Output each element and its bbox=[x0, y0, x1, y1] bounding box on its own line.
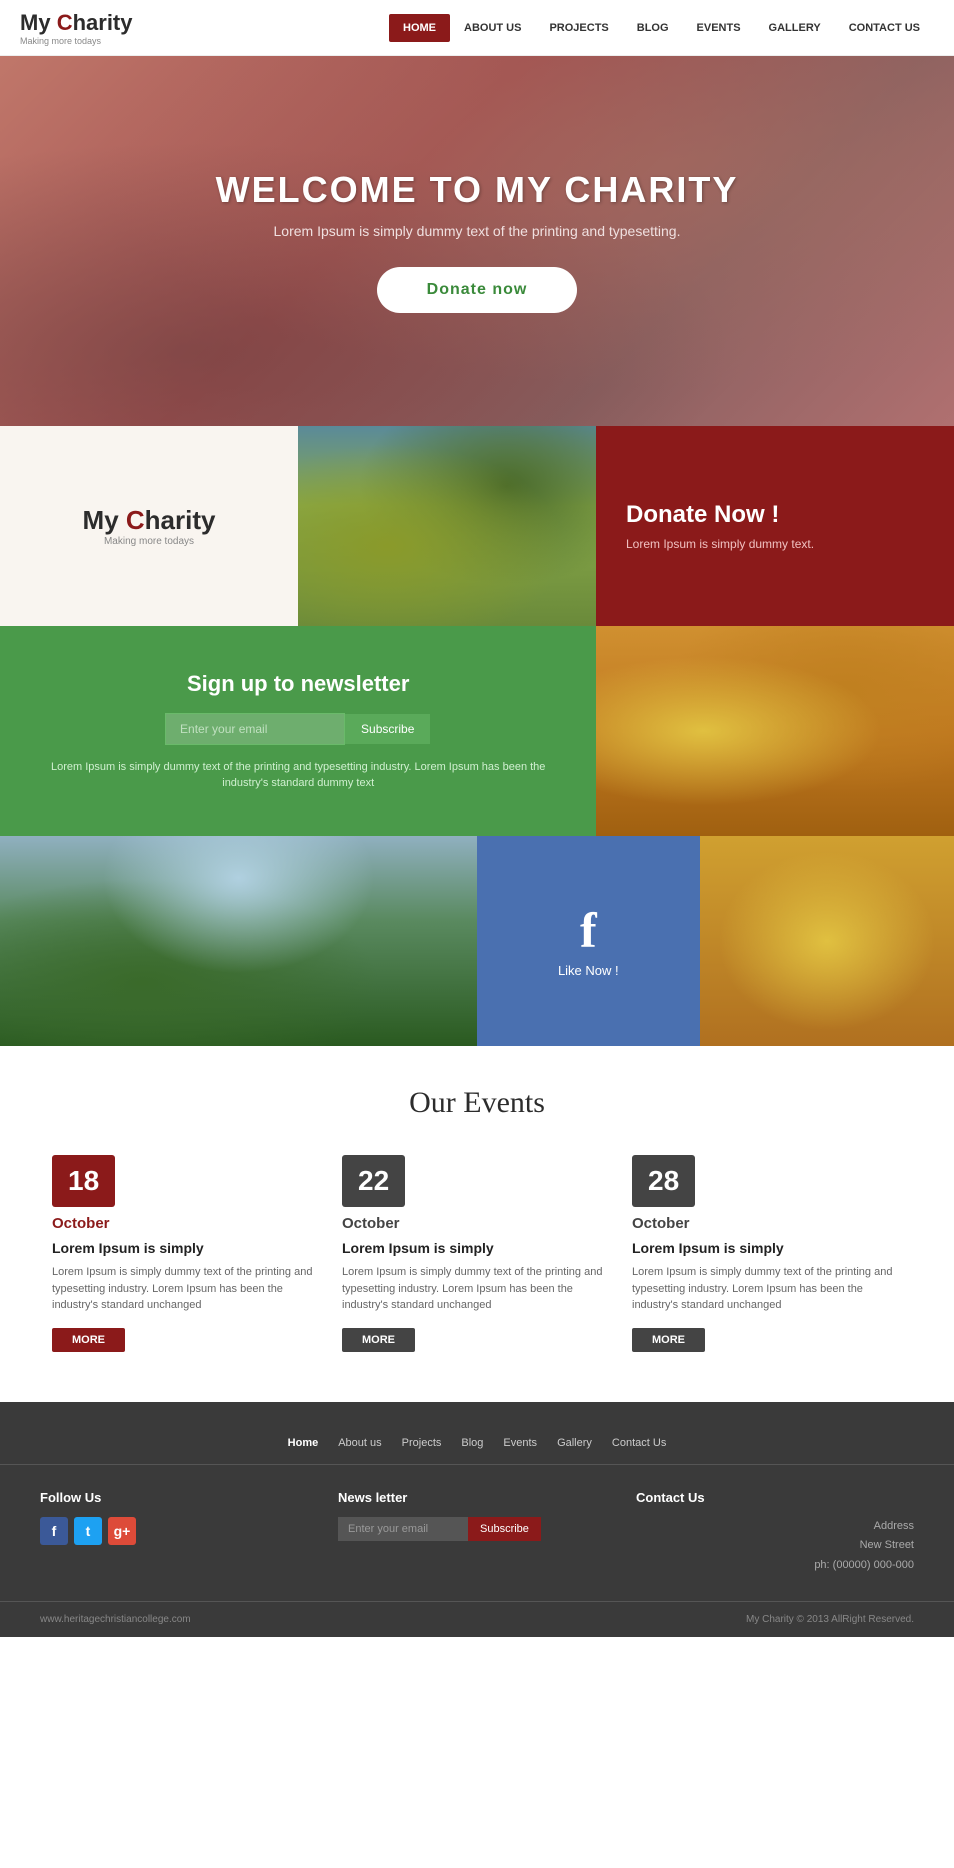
footer-contact-title: Contact Us bbox=[636, 1490, 914, 1505]
event-month-1: October bbox=[52, 1215, 322, 1232]
twitter-social-icon[interactable]: t bbox=[74, 1517, 102, 1545]
event-month-3: October bbox=[632, 1215, 902, 1232]
hero-title: WELCOME TO MY CHARITY bbox=[216, 169, 739, 211]
newsletter-green-block: Sign up to newsletter Subscribe Lorem Ip… bbox=[0, 626, 596, 836]
footer-newsletter-col: News letter Subscribe bbox=[338, 1490, 616, 1576]
hero-section: WELCOME TO MY CHARITY Lorem Ipsum is sim… bbox=[0, 56, 954, 426]
newsletter-email-input[interactable] bbox=[165, 713, 345, 745]
nav-events[interactable]: EVENTS bbox=[683, 14, 755, 42]
mid-logo-text: My Charity bbox=[83, 505, 216, 536]
mid-donate-block: Donate Now ! Lorem Ipsum is simply dummy… bbox=[596, 426, 954, 626]
footer-contact-address: AddressNew Streetph: (00000) 000-000 bbox=[636, 1517, 914, 1576]
footer-follow-col: Follow Us f t g+ bbox=[40, 1490, 318, 1576]
footer-bottom: www.heritagechristiancollege.com My Char… bbox=[0, 1601, 954, 1637]
footer-nav-projects[interactable]: Projects bbox=[402, 1437, 442, 1449]
event-day-1: 18 bbox=[68, 1165, 99, 1197]
event-month-2: October bbox=[342, 1215, 612, 1232]
event-card-2: 22 October Lorem Ipsum is simply Lorem I… bbox=[342, 1155, 612, 1352]
event-more-button-1[interactable]: MORE bbox=[52, 1328, 125, 1352]
events-section: Our Events 18 October Lorem Ipsum is sim… bbox=[0, 1046, 954, 1402]
mid-donate-subtitle: Lorem Ipsum is simply dummy text. bbox=[626, 537, 924, 551]
event-card-3: 28 October Lorem Ipsum is simply Lorem I… bbox=[632, 1155, 902, 1352]
event-date-box-1: 18 bbox=[52, 1155, 115, 1207]
event-more-button-3[interactable]: MORE bbox=[632, 1328, 705, 1352]
hero-content: WELCOME TO MY CHARITY Lorem Ipsum is sim… bbox=[216, 169, 739, 313]
newsletter-title: Sign up to newsletter bbox=[187, 671, 409, 697]
facebook-label: Like Now ! bbox=[558, 963, 619, 978]
newsletter-body: Lorem Ipsum is simply dummy text of the … bbox=[30, 759, 566, 792]
nav-home[interactable]: HOME bbox=[389, 14, 450, 42]
event-body-3: Lorem Ipsum is simply dummy text of the … bbox=[632, 1264, 902, 1314]
mid-logo-block: My Charity Making more todays bbox=[0, 426, 298, 626]
hero-subtitle: Lorem Ipsum is simply dummy text of the … bbox=[216, 223, 739, 239]
logo: My Charity Making more todays bbox=[20, 10, 389, 46]
footer-nav-about[interactable]: About us bbox=[338, 1437, 381, 1449]
footer-nav-blog[interactable]: Blog bbox=[461, 1437, 483, 1449]
facebook-icon: f bbox=[580, 905, 597, 955]
event-title-1: Lorem Ipsum is simply bbox=[52, 1240, 322, 1256]
event-body-2: Lorem Ipsum is simply dummy text of the … bbox=[342, 1264, 612, 1314]
nav-gallery[interactable]: GALLERY bbox=[755, 14, 835, 42]
footer-follow-title: Follow Us bbox=[40, 1490, 318, 1505]
footer: Home About us Projects Blog Events Galle… bbox=[0, 1402, 954, 1637]
grass-inner bbox=[0, 836, 477, 1046]
nav-links: HOME ABOUT US PROJECTS BLOG EVENTS GALLE… bbox=[389, 14, 934, 42]
footer-newsletter-title: News letter bbox=[338, 1490, 616, 1505]
mid-image-inner bbox=[298, 426, 596, 626]
event-day-3: 28 bbox=[648, 1165, 679, 1197]
donate-now-button[interactable]: Donate now bbox=[377, 267, 578, 313]
event-body-1: Lorem Ipsum is simply dummy text of the … bbox=[52, 1264, 322, 1314]
facebook-social-icon[interactable]: f bbox=[40, 1517, 68, 1545]
footer-newsletter-form: Subscribe bbox=[338, 1517, 616, 1541]
googleplus-social-icon[interactable]: g+ bbox=[108, 1517, 136, 1545]
newsletter-form: Subscribe bbox=[165, 713, 431, 745]
event-more-button-2[interactable]: MORE bbox=[342, 1328, 415, 1352]
facebook-box[interactable]: f Like Now ! bbox=[477, 836, 700, 1046]
newsletter-subscribe-button[interactable]: Subscribe bbox=[345, 713, 431, 745]
footer-nav-gallery[interactable]: Gallery bbox=[557, 1437, 592, 1449]
footer-domain: www.heritagechristiancollege.com bbox=[40, 1614, 191, 1625]
mid-moss-image bbox=[298, 426, 596, 626]
nav-blog[interactable]: BLOG bbox=[623, 14, 683, 42]
footer-main: Follow Us f t g+ News letter Subscribe C… bbox=[0, 1465, 954, 1601]
newsletter-section: Sign up to newsletter Subscribe Lorem Ip… bbox=[0, 626, 954, 836]
event-title-2: Lorem Ipsum is simply bbox=[342, 1240, 612, 1256]
footer-nav: Home About us Projects Blog Events Galle… bbox=[0, 1422, 954, 1465]
nav-contact[interactable]: CONTACT US bbox=[835, 14, 934, 42]
event-day-2: 22 bbox=[358, 1165, 389, 1197]
autumn-inner bbox=[596, 626, 954, 836]
logo-tagline: Making more todays bbox=[20, 36, 389, 46]
event-card-1: 18 October Lorem Ipsum is simply Lorem I… bbox=[52, 1155, 322, 1352]
grass-image bbox=[0, 836, 477, 1046]
mid-section: My Charity Making more todays Donate Now… bbox=[0, 426, 954, 626]
events-grid: 18 October Lorem Ipsum is simply Lorem I… bbox=[30, 1155, 924, 1352]
events-title: Our Events bbox=[30, 1086, 924, 1120]
footer-newsletter-input[interactable] bbox=[338, 1517, 468, 1541]
mid-logo-tagline: Making more todays bbox=[104, 536, 194, 547]
nav-projects[interactable]: PROJECTS bbox=[535, 14, 622, 42]
autumn2-inner bbox=[700, 836, 954, 1046]
footer-nav-home[interactable]: Home bbox=[288, 1437, 319, 1449]
nav-about[interactable]: ABOUT US bbox=[450, 14, 535, 42]
autumn-image bbox=[596, 626, 954, 836]
mid-donate-title: Donate Now ! bbox=[626, 501, 924, 529]
photo-section: f Like Now ! bbox=[0, 836, 954, 1046]
footer-contact-col: Contact Us AddressNew Streetph: (00000) … bbox=[636, 1490, 914, 1576]
footer-copyright: My Charity © 2013 AllRight Reserved. bbox=[746, 1614, 914, 1625]
event-date-box-2: 22 bbox=[342, 1155, 405, 1207]
navbar: My Charity Making more todays HOME ABOUT… bbox=[0, 0, 954, 56]
footer-newsletter-button[interactable]: Subscribe bbox=[468, 1517, 541, 1541]
footer-nav-contact[interactable]: Contact Us bbox=[612, 1437, 666, 1449]
event-title-3: Lorem Ipsum is simply bbox=[632, 1240, 902, 1256]
event-date-box-3: 28 bbox=[632, 1155, 695, 1207]
autumn2-image bbox=[700, 836, 954, 1046]
social-icons: f t g+ bbox=[40, 1517, 318, 1545]
footer-nav-events[interactable]: Events bbox=[503, 1437, 537, 1449]
